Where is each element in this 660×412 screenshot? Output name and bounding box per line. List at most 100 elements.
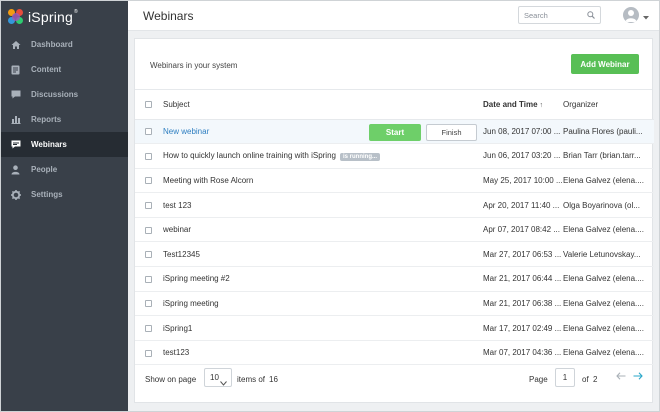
next-page-icon[interactable] xyxy=(633,372,643,382)
row-checkbox[interactable] xyxy=(145,251,152,259)
select-all-checkbox[interactable] xyxy=(145,101,152,109)
row-checkbox[interactable] xyxy=(145,152,152,160)
page-size-select[interactable]: 10 xyxy=(204,368,232,387)
chevron-down-icon xyxy=(220,375,227,392)
webinars-table: Subject Date and Time ↑ Organizer New web… xyxy=(135,90,654,366)
row-select-cell xyxy=(135,315,163,341)
page-label: Page xyxy=(529,375,548,384)
organizer-cell: Elena Galvez (elena.... xyxy=(563,291,654,317)
sidebar-item-label: Reports xyxy=(31,115,62,124)
sidebar-item-reports[interactable]: Reports xyxy=(1,107,128,132)
sidebar-item-content[interactable]: Content xyxy=(1,57,128,82)
person-icon xyxy=(10,164,21,175)
page-title: Webinars xyxy=(143,9,194,23)
webinar-icon xyxy=(10,140,21,150)
avatar[interactable] xyxy=(623,7,639,23)
panel-subtitle: Webinars in your system xyxy=(150,61,238,70)
sidebar-item-discussions[interactable]: Discussions xyxy=(1,82,128,107)
date-cell: Jun 08, 2017 07:00 ... xyxy=(483,119,563,145)
organizer-cell: Paulina Flores (pauli... xyxy=(563,119,654,145)
row-select-cell xyxy=(135,192,163,218)
table-row[interactable]: New webinar Start Finish Jun 08, 2017 07… xyxy=(135,119,654,145)
subject-cell[interactable]: iSpring meeting xyxy=(163,291,483,317)
user-icon xyxy=(625,10,637,22)
previous-page-icon[interactable] xyxy=(616,372,626,382)
subject-cell[interactable]: Test12345 xyxy=(163,241,483,268)
content-icon xyxy=(10,65,21,75)
panel-header: Webinars in your system Add Webinar xyxy=(135,39,652,90)
sidebar-item-settings[interactable]: Settings xyxy=(1,182,128,207)
column-organizer[interactable]: Organizer xyxy=(563,90,654,120)
sidebar-item-dashboard[interactable]: Dashboard xyxy=(1,32,128,57)
of-label: of xyxy=(582,375,589,384)
row-select-cell xyxy=(135,266,163,292)
organizer-cell: Elena Galvez (elena.... xyxy=(563,315,654,341)
finish-button[interactable]: Finish xyxy=(426,123,477,141)
webinar-link[interactable]: New webinar xyxy=(163,127,209,136)
show-on-page-label: Show on page xyxy=(145,375,197,384)
logo[interactable]: iSpring® xyxy=(1,1,128,32)
subject-cell[interactable]: iSpring meeting #2 xyxy=(163,266,483,292)
table-row[interactable]: iSpring1 Mar 17, 2017 02:49 ... Elena Ga… xyxy=(135,315,654,341)
running-badge: is running... xyxy=(339,153,380,162)
sidebar-item-label: Settings xyxy=(31,190,63,199)
pagination-bar: Show on page 10 items of 16 Page 1 of 2 xyxy=(135,355,652,402)
table-row[interactable]: iSpring meeting Mar 21, 2017 06:38 ... E… xyxy=(135,291,654,317)
table-row[interactable]: webinar Apr 07, 2017 08:42 ... Elena Gal… xyxy=(135,217,654,243)
table-row[interactable]: test 123 Apr 20, 2017 11:40 ... Olga Boy… xyxy=(135,192,654,218)
main-area: Webinars Webinars in your system Add Web… xyxy=(128,1,659,411)
table-row[interactable]: Meeting with Rose Alcorn May 25, 2017 10… xyxy=(135,168,654,194)
row-checkbox[interactable] xyxy=(145,128,152,136)
table-row[interactable]: iSpring meeting #2 Mar 21, 2017 06:44 ..… xyxy=(135,266,654,292)
sidebar-item-label: People xyxy=(31,165,58,174)
search-input[interactable] xyxy=(519,7,583,23)
subject-cell[interactable]: webinar xyxy=(163,217,483,243)
select-all-cell xyxy=(135,90,163,120)
row-checkbox[interactable] xyxy=(145,275,152,283)
sidebar-item-people[interactable]: People xyxy=(1,157,128,182)
organizer-cell: Elena Galvez (elena.... xyxy=(563,266,654,292)
search-icon[interactable] xyxy=(587,11,595,21)
sidebar-item-label: Content xyxy=(31,65,62,74)
date-cell: Mar 21, 2017 06:38 ... xyxy=(483,291,563,317)
row-checkbox[interactable] xyxy=(145,324,152,332)
row-select-cell xyxy=(135,143,163,169)
search-box[interactable] xyxy=(518,6,601,24)
top-bar: Webinars xyxy=(128,1,659,31)
sidebar: iSpring® Dashboard Content Discussions R… xyxy=(1,1,128,411)
chevron-down-icon[interactable] xyxy=(643,13,649,22)
row-select-cell xyxy=(135,168,163,194)
organizer-cell: Olga Boyarinova (ol... xyxy=(563,192,654,218)
subject-cell[interactable]: test 123 xyxy=(163,192,483,218)
webinar-title[interactable]: How to quickly launch online training wi… xyxy=(163,151,336,160)
date-cell: Mar 27, 2017 06:53 ... xyxy=(483,241,563,268)
row-checkbox[interactable] xyxy=(145,226,152,234)
row-checkbox[interactable] xyxy=(145,177,152,185)
home-icon xyxy=(10,40,21,50)
subject-cell[interactable]: iSpring1 xyxy=(163,315,483,341)
page-size-value: 10 xyxy=(210,373,219,382)
table-row[interactable]: Test12345 Mar 27, 2017 06:53 ... Valerie… xyxy=(135,241,654,268)
sidebar-item-webinars[interactable]: Webinars xyxy=(1,132,128,157)
column-date[interactable]: Date and Time ↑ xyxy=(483,90,563,120)
organizer-cell: Elena Galvez (elena.... xyxy=(563,217,654,243)
items-of-label: items of xyxy=(237,375,266,384)
sidebar-item-label: Dashboard xyxy=(31,40,73,49)
row-checkbox[interactable] xyxy=(145,300,152,308)
date-cell: Apr 20, 2017 11:40 ... xyxy=(483,192,563,218)
table-row[interactable]: How to quickly launch online training wi… xyxy=(135,143,654,169)
ispring-logo-icon xyxy=(8,8,24,25)
add-webinar-button[interactable]: Add Webinar xyxy=(571,54,639,74)
row-select-cell xyxy=(135,119,163,145)
subject-wrap: New webinar Start Finish xyxy=(163,123,483,141)
subject-cell[interactable]: Meeting with Rose Alcorn xyxy=(163,168,483,194)
start-button[interactable]: Start xyxy=(369,123,421,141)
reports-icon xyxy=(10,115,21,125)
row-select-cell xyxy=(135,241,163,268)
date-cell: Jun 06, 2017 03:20 ... xyxy=(483,143,563,169)
webinars-panel: Webinars in your system Add Webinar Subj… xyxy=(134,38,654,403)
total-items: 16 xyxy=(269,375,278,384)
page-number-input[interactable]: 1 xyxy=(555,368,575,387)
column-subject[interactable]: Subject xyxy=(163,90,483,120)
row-checkbox[interactable] xyxy=(145,201,152,209)
